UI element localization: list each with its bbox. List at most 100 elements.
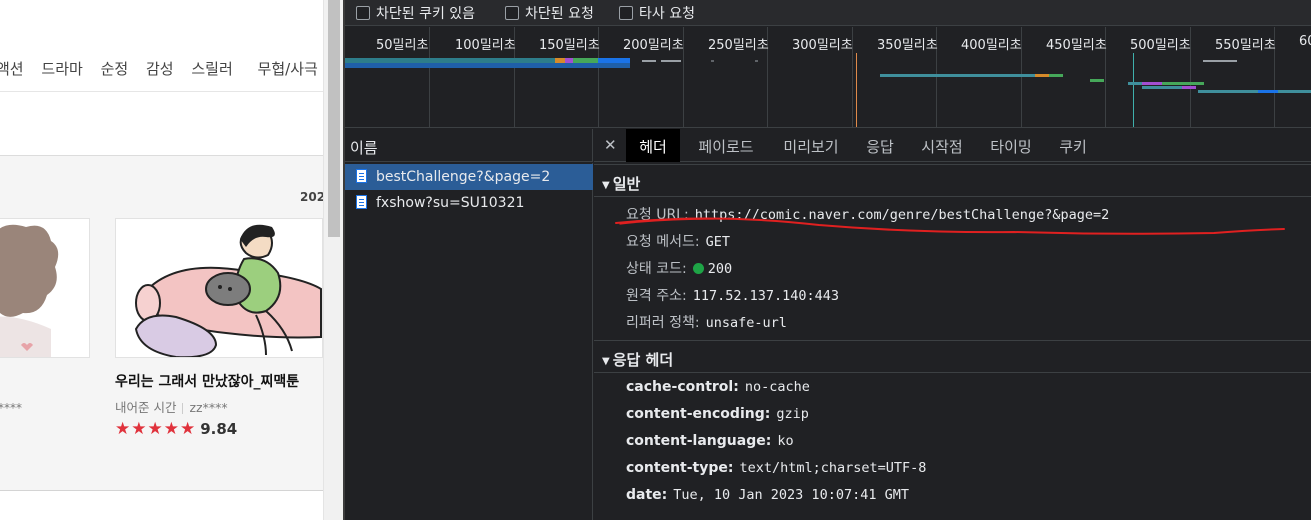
card-title[interactable]: 우리는 그래서 만났잖아_찌맥툰	[115, 371, 299, 391]
collapse-triangle-icon[interactable]: ▼	[602, 356, 610, 367]
tab-cookies[interactable]: 쿠키	[1048, 129, 1098, 162]
field-value[interactable]: https://comic.naver.com/genre/bestChalle…	[695, 207, 1110, 223]
waterfall-bar	[1162, 82, 1204, 85]
tab-payload[interactable]: 페이로드	[686, 129, 766, 162]
tab-timing[interactable]: 타이밍	[979, 129, 1043, 162]
request-method-field: 요청 메서드: GET	[626, 231, 730, 251]
genre-romance-link[interactable]: 순정	[101, 60, 129, 78]
tick-label: 300밀리초	[792, 38, 853, 53]
tick-label: 250밀리초	[708, 38, 769, 53]
tick-label: 200밀리초	[623, 38, 684, 53]
field-key: cache-control:	[626, 379, 739, 395]
field-value[interactable]: ko	[777, 433, 793, 449]
year-label: 202	[300, 190, 326, 204]
genre-thriller-link[interactable]: 스릴러	[191, 60, 232, 78]
tick-label: 400밀리초	[961, 38, 1022, 53]
dom-marker	[1133, 53, 1134, 127]
blocked-requests-filter[interactable]: 차단된 요청	[505, 3, 594, 23]
field-key: date:	[626, 487, 668, 503]
section-title: 응답 헤더	[612, 351, 674, 369]
checkbox-icon[interactable]	[356, 6, 370, 20]
thumbnail-illustration	[0, 219, 89, 357]
waterfall-bar	[1035, 74, 1049, 77]
field-key: 요청 URL:	[626, 207, 689, 223]
genre-martial-link[interactable]: 무협/사극	[258, 60, 318, 78]
waterfall-bar	[1090, 79, 1104, 82]
third-party-filter[interactable]: 타사 요청	[619, 3, 695, 23]
waterfall-bar	[755, 60, 758, 62]
remote-address-field: 원격 주소: 117.52.137.140:443	[626, 285, 839, 305]
response-header-field: date: Tue, 10 Jan 2023 10:07:41 GMT	[626, 487, 909, 503]
status-code-field: 상태 코드: 200	[626, 258, 732, 278]
webpage-viewport: 액션 드라마 순정 감성 스릴러 무협/사극 202 **** 우리는 그래서 …	[0, 0, 343, 520]
tick-label: 50밀리초	[376, 38, 429, 53]
webtoon-thumbnail[interactable]	[0, 218, 90, 358]
request-row[interactable]: bestChallenge?&page=2	[345, 164, 593, 190]
rating-score: 9.84	[200, 420, 238, 438]
checkbox-icon[interactable]	[619, 6, 633, 20]
tab-response[interactable]: 응답	[855, 129, 905, 162]
waterfall-bar	[345, 63, 630, 68]
waterfall-bar	[661, 60, 681, 62]
waterfall-bar	[1258, 90, 1278, 93]
card-author: ****	[0, 401, 22, 415]
response-header-field: content-language: ko	[626, 433, 794, 449]
field-value[interactable]: 200	[708, 261, 732, 277]
waterfall-bar	[1198, 90, 1258, 93]
waterfall-bar	[1203, 60, 1237, 62]
waterfall-bar	[711, 60, 714, 62]
field-value[interactable]: 117.52.137.140:443	[693, 288, 839, 304]
field-value[interactable]: text/html;charset=UTF-8	[739, 460, 926, 476]
field-key: 리퍼러 정책:	[626, 315, 700, 331]
waterfall-bar	[642, 60, 656, 62]
tick-label: 500밀리초	[1130, 38, 1191, 53]
collapse-triangle-icon[interactable]: ▼	[602, 180, 610, 191]
field-value[interactable]: no-cache	[745, 379, 810, 395]
filter-label: 차단된 요청	[525, 6, 594, 22]
tick-label: 150밀리초	[539, 38, 600, 53]
content-divider-bottom	[0, 490, 323, 491]
tab-initiator[interactable]: 시작점	[910, 129, 974, 162]
genre-action-link[interactable]: 액션	[0, 60, 24, 78]
tick-label: 100밀리초	[455, 38, 516, 53]
genre-nav: 액션 드라마 순정 감성 스릴러 무협/사극	[0, 58, 331, 79]
field-value[interactable]: gzip	[776, 406, 809, 422]
close-icon[interactable]: ✕	[604, 136, 617, 154]
field-value[interactable]: GET	[706, 234, 730, 250]
genre-drama-link[interactable]: 드라마	[41, 60, 82, 78]
devtools-network-panel: 차단된 쿠키 있음 차단된 요청 타사 요청 50밀리초 100밀리초 150밀…	[343, 0, 1311, 520]
request-url-field: 요청 URL: https://comic.naver.com/genre/bes…	[626, 204, 1109, 224]
request-name: fxshow?su=SU10321	[376, 195, 525, 211]
checkbox-icon[interactable]	[505, 6, 519, 20]
waterfall-bar	[880, 74, 1035, 77]
field-key: 요청 메서드:	[626, 234, 700, 250]
webtoon-thumbnail[interactable]	[115, 218, 323, 358]
field-key: content-language:	[626, 433, 772, 449]
genre-emotion-link[interactable]: 감성	[146, 60, 174, 78]
response-headers-section-header[interactable]: ▼ 응답 헤더	[594, 340, 1311, 373]
detail-tabs: ✕ 헤더 페이로드 미리보기 응답 시작점 타이밍 쿠키	[594, 129, 1311, 162]
request-row[interactable]: fxshow?su=SU10321	[345, 190, 593, 216]
field-value[interactable]: Tue, 10 Jan 2023 10:07:41 GMT	[673, 487, 909, 503]
document-icon	[356, 195, 367, 209]
request-name: bestChallenge?&page=2	[376, 169, 551, 185]
waterfall-overview[interactable]: 50밀리초 100밀리초 150밀리초 200밀리초 250밀리초 300밀리초…	[345, 27, 1311, 128]
tick-label: 350밀리초	[877, 38, 938, 53]
field-value[interactable]: unsafe-url	[706, 315, 787, 331]
filter-bar: 차단된 쿠키 있음 차단된 요청 타사 요청	[345, 0, 1311, 26]
general-section-header[interactable]: ▼ 일반	[594, 164, 1311, 197]
tab-headers[interactable]: 헤더	[626, 129, 680, 162]
response-header-field: cache-control: no-cache	[626, 379, 810, 395]
tick-label: 450밀리초	[1046, 38, 1107, 53]
scrollbar-thumb[interactable]	[328, 0, 340, 237]
page-scrollbar[interactable]	[323, 0, 343, 520]
waterfall-bar	[1142, 86, 1182, 89]
tab-preview[interactable]: 미리보기	[771, 129, 851, 162]
card-author: 내어준 시간	[115, 400, 177, 415]
blocked-cookies-filter[interactable]: 차단된 쿠키 있음	[356, 3, 475, 23]
card-meta: 내어준 시간 zz****	[115, 397, 228, 416]
card-rating: ★★★★★ 9.84	[115, 419, 237, 439]
waterfall-bar	[1142, 82, 1162, 85]
field-key: content-type:	[626, 460, 734, 476]
name-column-header[interactable]: 이름	[345, 129, 593, 162]
